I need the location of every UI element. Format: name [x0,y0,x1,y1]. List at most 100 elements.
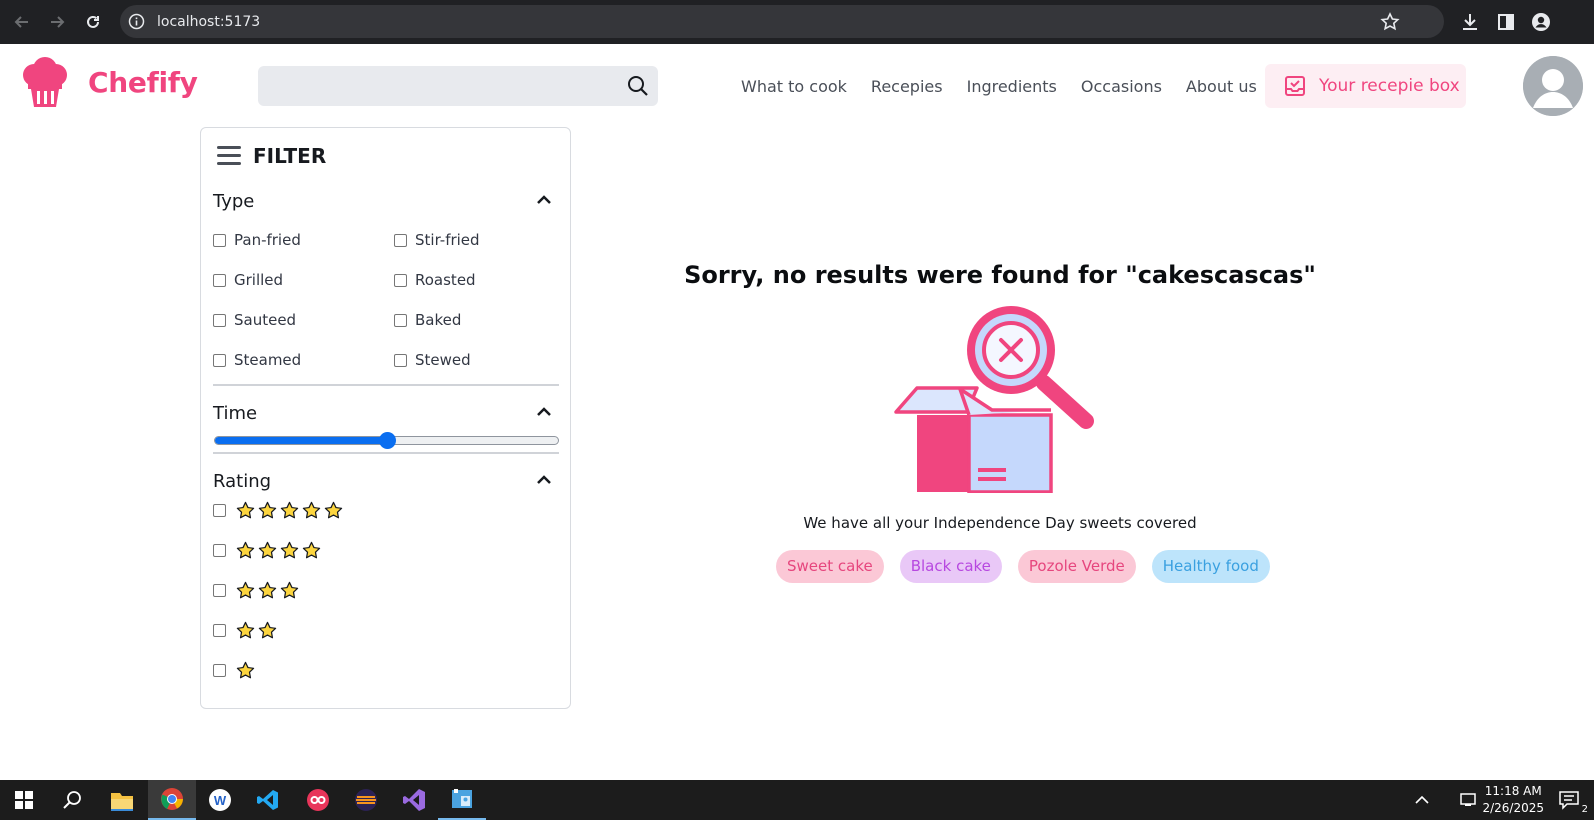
star-icon [258,621,277,640]
rating-option-1-stars[interactable] [213,661,255,680]
download-icon[interactable] [1459,11,1481,33]
checkbox[interactable] [213,313,226,327]
section-divider [213,452,559,454]
star-icon [236,621,255,640]
rating-stars [236,581,299,600]
star-icon [280,581,299,600]
type-option-baked[interactable]: Baked [394,311,461,329]
type-option-sauteed[interactable]: Sauteed [213,311,296,329]
address-bar[interactable]: localhost:5173 [120,5,1444,38]
star-icon [324,501,343,520]
type-section-title[interactable]: Type [213,191,254,212]
search-icon[interactable] [626,74,650,98]
user-avatar[interactable] [1523,56,1583,116]
tag-black-cake[interactable]: Black cake [899,550,1002,583]
site-info-icon[interactable] [128,13,145,30]
checkbox[interactable] [213,544,226,557]
star-icon [258,581,277,600]
checkbox[interactable] [213,624,226,637]
back-arrow-icon[interactable] [12,12,32,32]
checkbox[interactable] [394,353,407,367]
star-icon [280,541,299,560]
filter-panel: FILTER Type Pan-fried Stir-fried Grilled… [200,127,571,709]
forward-arrow-icon[interactable] [47,12,67,32]
rating-section-title[interactable]: Rating [213,471,271,492]
checkbox[interactable] [213,353,226,367]
rating-stars [236,621,277,640]
vscode-icon[interactable] [244,780,292,820]
time-slider-fill [215,437,387,444]
eclipse-icon[interactable] [342,780,390,820]
nav-what-to-cook[interactable]: What to cook [741,77,847,96]
type-option-roasted[interactable]: Roasted [394,271,476,289]
tag-pozole-verde[interactable]: Pozole Verde [1017,550,1136,583]
rating-option-5-stars[interactable] [213,501,343,520]
chefify-logo-icon[interactable] [20,57,70,109]
file-explorer-icon[interactable] [98,780,146,820]
nav-ingredients[interactable]: Ingredients [967,77,1057,96]
rating-option-4-stars[interactable] [213,541,321,560]
recipe-box-icon [1284,75,1306,97]
checkbox[interactable] [213,504,226,517]
suggestion-tags: Sweet cake Black cake Pozole Verde Healt… [776,550,1270,583]
visual-studio-icon[interactable] [390,780,438,820]
nav-recepies[interactable]: Recepies [871,77,943,96]
rating-stars [236,541,321,560]
section-divider [213,384,559,386]
chevron-up-icon[interactable] [536,407,552,417]
notification-count: 2 [1581,804,1588,815]
star-icon [302,501,321,520]
tag-healthy-food[interactable]: Healthy food [1151,550,1270,583]
notifications-icon[interactable]: 2 [1546,780,1594,820]
tag-sweet-cake[interactable]: Sweet cake [776,550,884,583]
type-option-grilled[interactable]: Grilled [213,271,283,289]
star-icon [236,661,255,680]
checkbox[interactable] [213,233,226,247]
chevron-up-icon[interactable] [536,475,552,485]
recipe-box-button[interactable]: Your recepie box [1265,64,1466,108]
profile-icon[interactable] [1530,11,1552,33]
checkbox[interactable] [213,273,226,287]
checkbox[interactable] [394,313,407,327]
chevron-up-icon[interactable] [536,195,552,205]
app-red-icon[interactable] [294,780,342,820]
search-input[interactable] [258,66,658,106]
rating-option-3-stars[interactable] [213,581,299,600]
bookmark-star-icon[interactable] [1379,11,1401,33]
taskbar-clock[interactable]: 11:18 AM 2/26/2025 [1482,783,1544,817]
checkbox[interactable] [213,584,226,597]
nav-about-us[interactable]: About us [1186,77,1257,96]
reload-icon[interactable] [83,12,103,32]
notepad-app-icon[interactable] [438,780,486,820]
taskbar-search-icon[interactable] [48,780,96,820]
star-icon [236,581,255,600]
checkbox[interactable] [213,664,226,677]
rating-option-2-stars[interactable] [213,621,277,640]
type-option-stir-fried[interactable]: Stir-fried [394,231,480,249]
chevron-up-icon[interactable] [1398,780,1446,820]
type-option-steamed[interactable]: Steamed [213,351,301,369]
star-icon [236,501,255,520]
chrome-taskbar-icon[interactable] [148,780,196,820]
side-panel-icon[interactable] [1495,11,1517,33]
star-icon [258,501,277,520]
time-slider-handle[interactable] [378,432,396,449]
nav-occasions[interactable]: Occasions [1081,77,1162,96]
brand-name[interactable]: Chefify [88,66,198,99]
time-section-title[interactable]: Time [213,403,257,424]
hamburger-menu-icon[interactable] [217,146,241,166]
writer-app-icon[interactable]: W [196,780,244,820]
star-icon [302,541,321,560]
checkbox[interactable] [394,233,407,247]
svg-text:W: W [214,793,227,808]
filter-title: FILTER [253,144,327,168]
windows-start-icon[interactable] [0,780,48,820]
type-option-pan-fried[interactable]: Pan-fried [213,231,301,249]
star-icon [258,541,277,560]
type-option-stewed[interactable]: Stewed [394,351,471,369]
star-icon [280,501,299,520]
checkbox[interactable] [394,273,407,287]
filter-header: FILTER [217,144,326,168]
star-icon [236,541,255,560]
clock-time: 11:18 AM [1484,784,1542,798]
